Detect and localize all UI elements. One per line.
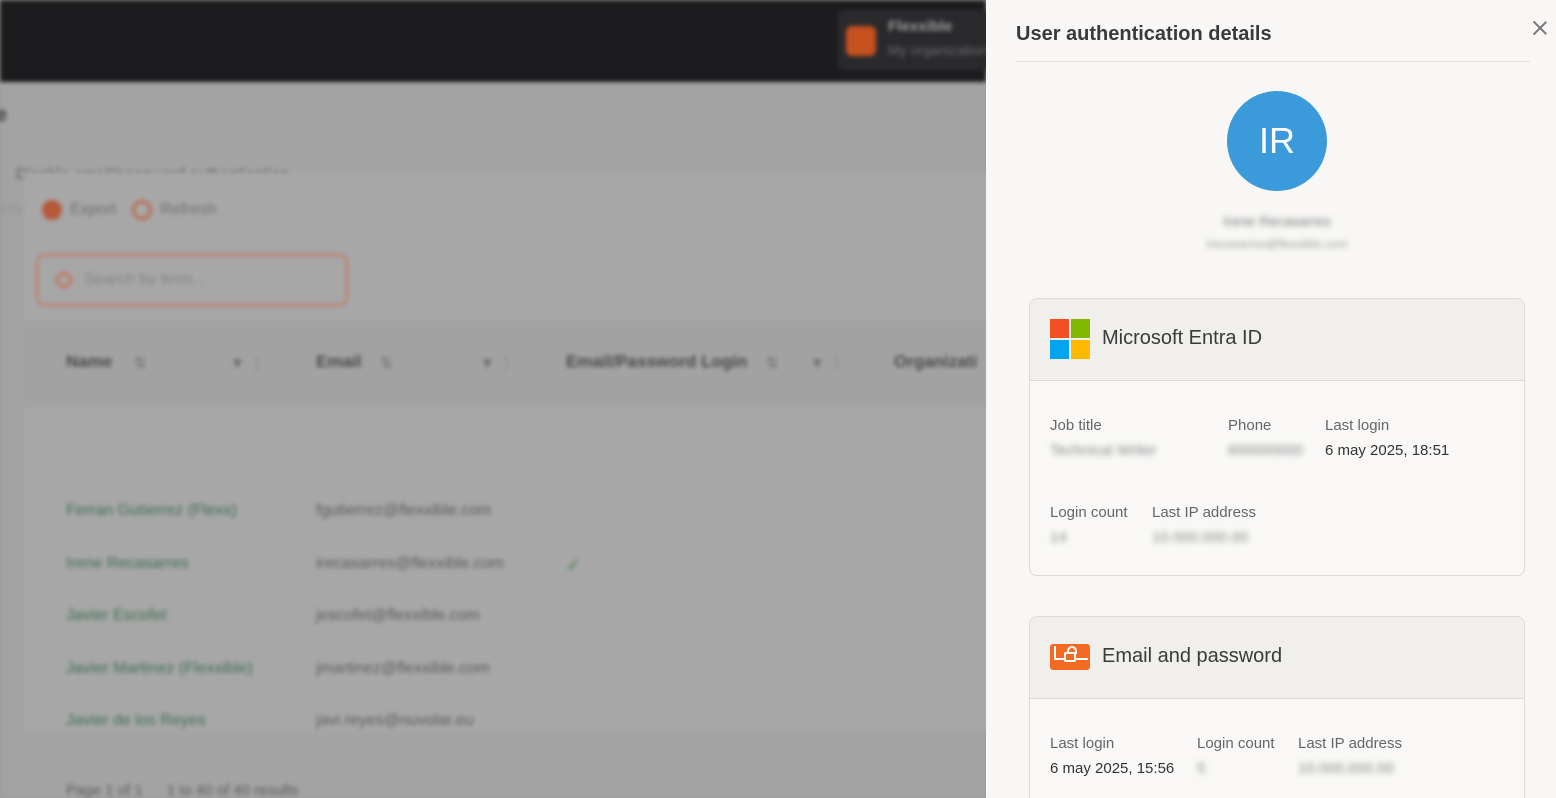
sort-icon[interactable]: ⇅ [766, 354, 779, 372]
field-value: 10.000.000.00 [1152, 529, 1248, 546]
field-phone: Phone 600000000 [1228, 417, 1303, 459]
field-login-count: Login count 5 [1197, 735, 1275, 777]
organization-selector[interactable]: Flexxible My organization [838, 10, 986, 70]
user-name-link[interactable]: Javier de los Reyes [66, 712, 206, 730]
refresh-label: Refresh [160, 201, 217, 218]
top-bar: Flexxible My organization [0, 0, 986, 82]
email-password-login-cell: ✓ [566, 555, 582, 575]
user-email-cell: jescofet@flexxible.com [316, 607, 480, 624]
field-label: Phone [1228, 417, 1272, 434]
column-header-email[interactable]: Email [316, 352, 361, 372]
pagination-page-text: Page 1 of 1 [66, 782, 143, 798]
microsoft-entra-card: Microsoft Entra ID Job title Technical W… [1029, 298, 1525, 576]
organization-subtitle: My organization [888, 42, 986, 58]
search-placeholder: Search by term... [84, 271, 206, 288]
field-value: 6 may 2025, 18:51 [1325, 442, 1450, 459]
export-label: Export [70, 201, 117, 218]
column-header-organization[interactable]: Organizati [894, 352, 977, 372]
user-name: Irene Recasarres [1223, 213, 1331, 229]
panel-divider [1016, 61, 1530, 62]
user-email-cell: fgutierrez@flexxible.com [316, 502, 492, 519]
avatar: IR [1227, 91, 1327, 191]
user-name-link[interactable]: Javier Escofet [66, 607, 166, 625]
user-name-link[interactable]: Irene Recasarres [66, 555, 189, 573]
table-row[interactable]: Javier Martinez (Flexxible) jmartinez@fl… [0, 660, 986, 712]
export-icon [42, 200, 62, 220]
field-label: Login count [1197, 735, 1275, 752]
field-last-ip-address: Last IP address 10.000.000.00 [1298, 735, 1402, 777]
filter-icon[interactable]: ▼ ⋮ [810, 354, 844, 372]
organization-logo-icon [846, 26, 876, 56]
user-name-link[interactable]: Javier Martinez (Flexxible) [66, 660, 253, 678]
sort-icon[interactable]: ⇅ [380, 354, 393, 372]
field-last-login: Last login 6 may 2025, 18:51 [1325, 417, 1449, 459]
export-button[interactable]: Export [42, 200, 116, 220]
user-email-cell: javi.reyes@nuvolar.eu [316, 712, 474, 729]
search-icon [56, 272, 72, 288]
panel-title: User authentication details [1016, 23, 1272, 45]
field-value: 5 [1197, 760, 1206, 777]
card-title: Microsoft Entra ID [1102, 327, 1263, 349]
organization-name: Flexxible [888, 18, 953, 35]
table-row[interactable]: Javier de los Reyes javi.reyes@nuvolar.e… [0, 712, 986, 764]
column-header-email-password-login[interactable]: Email/Password Login [566, 352, 747, 372]
user-authentication-panel: User authentication details IR Irene Rec… [986, 0, 1556, 798]
card-title: Email and password [1102, 645, 1283, 667]
field-last-ip-address: Last IP address 10.000.000.00 [1152, 504, 1256, 546]
field-value: Technical Writer [1050, 442, 1157, 459]
field-label: Last login [1325, 417, 1390, 434]
email-password-card: Email and password Last login 6 may 2025… [1029, 616, 1525, 798]
filter-icon[interactable]: ▼ ⋮ [230, 354, 264, 372]
sort-icon[interactable]: ⇅ [134, 354, 147, 372]
pagination-results-text: 1 to 40 of 40 results [166, 782, 299, 798]
table-toolbar: Export Refresh [42, 200, 216, 220]
field-label: Last IP address [1152, 504, 1256, 521]
refresh-icon [132, 200, 153, 220]
email-lock-icon [1050, 644, 1090, 670]
table-row[interactable]: Irene Recasarres irecasarres@flexxible.c… [0, 555, 986, 607]
field-label: Login count [1050, 504, 1128, 521]
table-header: Name ⇅ ▼ ⋮ Email ⇅ ▼ ⋮ Email/Password Lo… [24, 320, 986, 406]
search-input[interactable]: Search by term... [36, 254, 348, 306]
card-header: Email and password [1030, 617, 1524, 699]
user-email: irecasarres@flexxible.com [1206, 237, 1348, 251]
user-email-cell: irecasarres@flexxible.com [316, 555, 504, 572]
filter-icon[interactable]: ▼ ⋮ [480, 354, 514, 372]
close-icon[interactable] [1530, 18, 1550, 38]
pagination: Page 1 of 1 1 to 40 of 40 results [66, 782, 298, 798]
table-row[interactable]: Javier Escofet jescofet@flexxible.com [0, 607, 986, 659]
field-value: 6 may 2025, 15:56 [1050, 760, 1175, 777]
user-name-link[interactable]: Ferran Gutierrez (Flexx) [66, 502, 237, 520]
card-header: Microsoft Entra ID [1030, 299, 1524, 381]
user-email-cell: jmartinez@flexxible.com [316, 660, 490, 677]
field-last-login: Last login 6 may 2025, 15:56 [1050, 735, 1174, 777]
field-label: Job title [1050, 417, 1102, 434]
field-value: 14 [1050, 529, 1067, 546]
field-label: Last IP address [1298, 735, 1402, 752]
field-label: Last login [1050, 735, 1115, 752]
field-job-title: Job title Technical Writer [1050, 417, 1156, 459]
refresh-button[interactable]: Refresh [132, 200, 216, 220]
background-app: Flexxible My organization e Disable emai… [0, 0, 986, 798]
page-title: e [0, 104, 8, 126]
field-value: 10.000.000.00 [1298, 760, 1394, 777]
column-header-name[interactable]: Name [66, 352, 112, 372]
field-value: 600000000 [1228, 442, 1304, 459]
microsoft-logo-icon [1050, 319, 1090, 359]
table-row[interactable]: Ferran Gutierrez (Flexx) fgutierrez@flex… [0, 502, 986, 554]
field-login-count: Login count 14 [1050, 504, 1128, 546]
